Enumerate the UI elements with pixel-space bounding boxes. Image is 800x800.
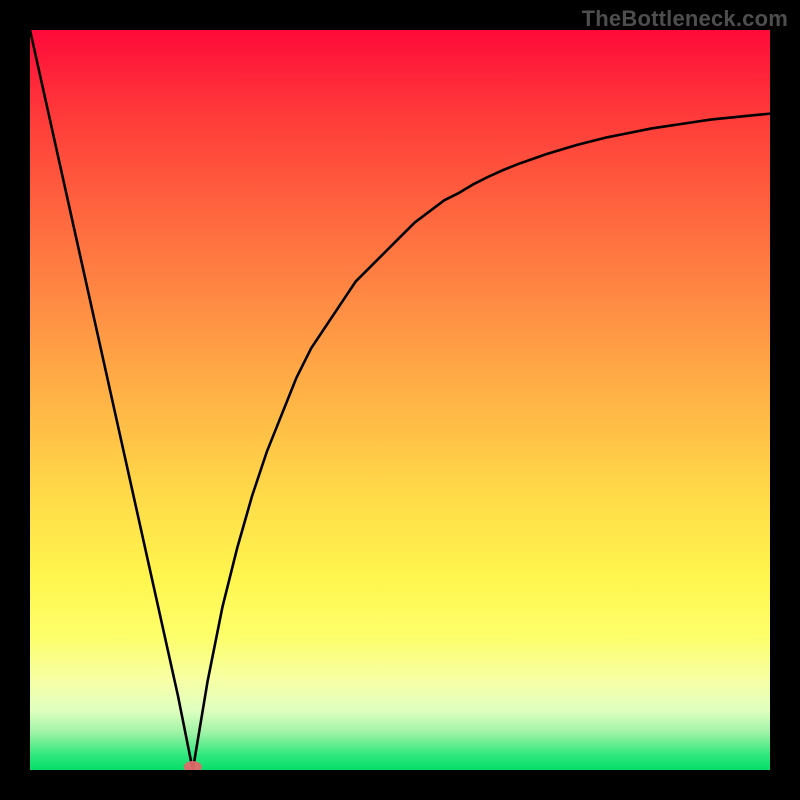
marker-dot (184, 761, 202, 770)
plot-area (30, 30, 770, 770)
attribution-label: TheBottleneck.com (582, 6, 788, 32)
curve-svg (30, 30, 770, 770)
chart-frame: TheBottleneck.com (0, 0, 800, 800)
curve-path (30, 30, 770, 770)
